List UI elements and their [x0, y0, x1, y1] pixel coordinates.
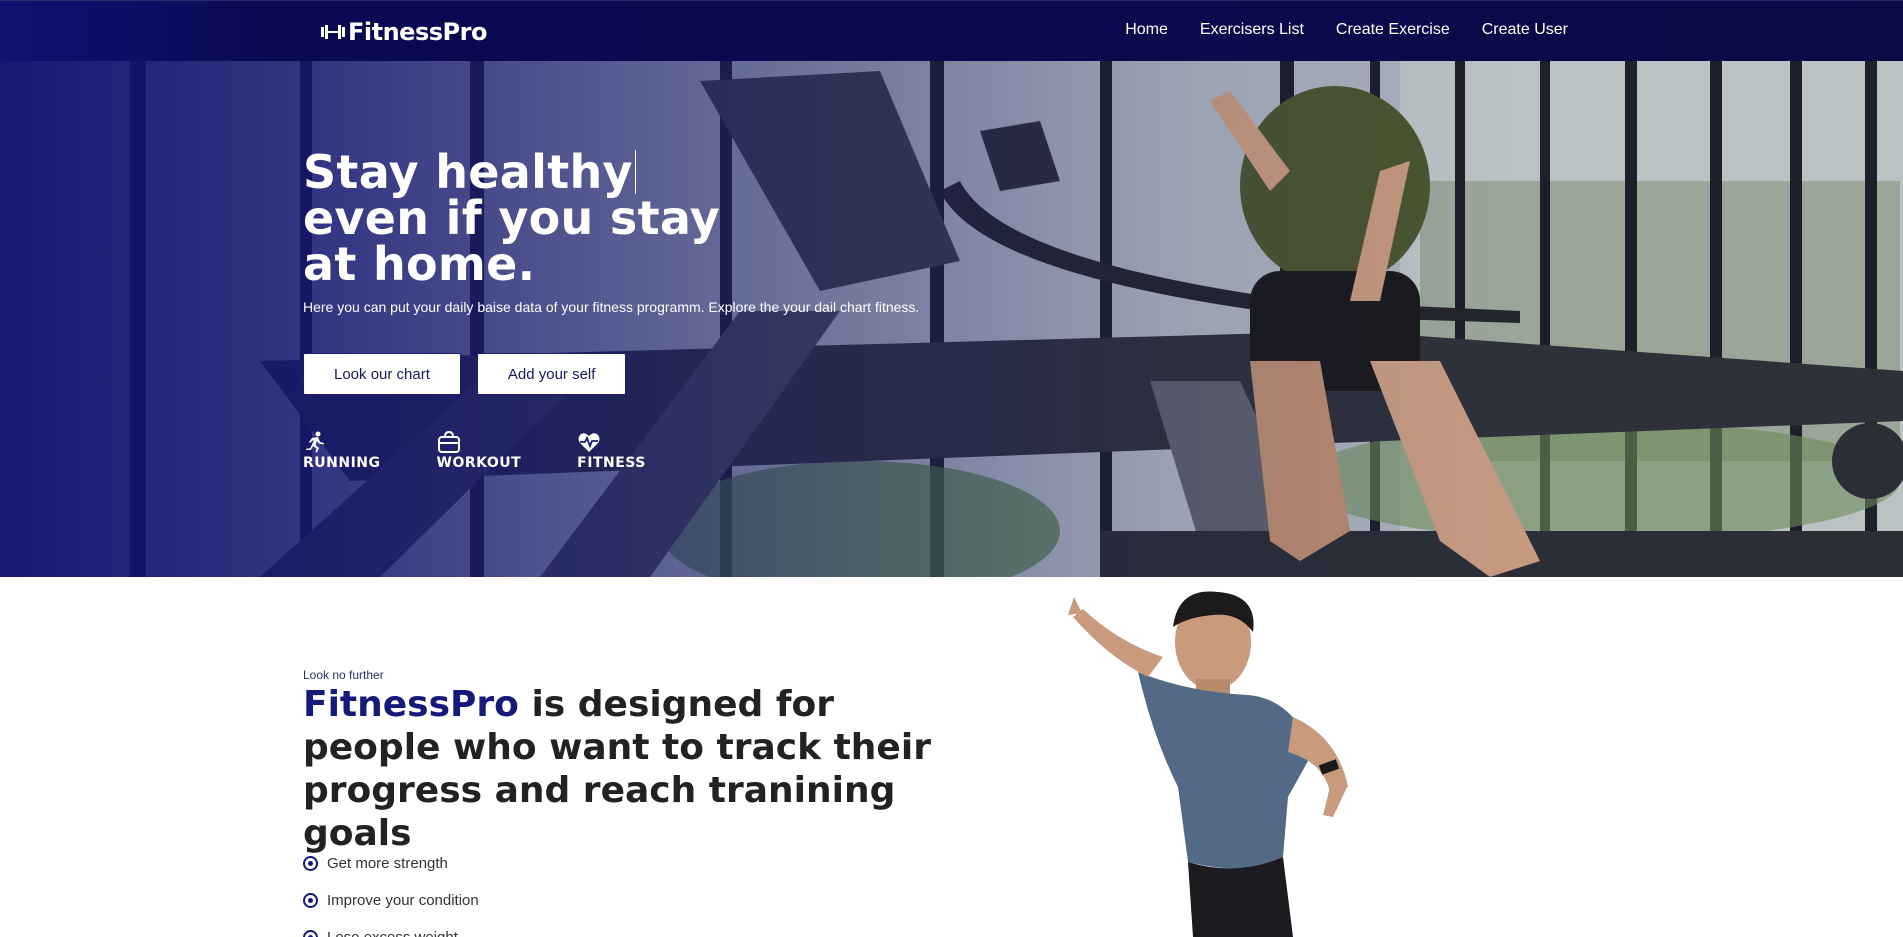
nav-link-home[interactable]: Home: [1125, 21, 1168, 39]
bullet-circle-icon: [303, 856, 318, 871]
list-item-label: Get more strength: [327, 855, 448, 872]
feature-list: RUNNING WORKOUT FITNESS: [303, 431, 1063, 471]
feature-running: RUNNING: [303, 431, 381, 471]
about-eyebrow: Look no further: [303, 668, 384, 682]
feature-workout: WORKOUT: [437, 431, 522, 471]
list-item: Improve your condition: [303, 882, 479, 919]
nav-link-create-user[interactable]: Create User: [1482, 21, 1568, 39]
list-item: Lose excess weight: [303, 919, 479, 937]
hero-title-line-2: even if you stay: [303, 191, 721, 245]
feature-running-label: RUNNING: [303, 455, 381, 471]
navbar: FitnessPro Home Exercisers List Create E…: [0, 0, 1903, 61]
hero-subtitle: Here you can put your daily baise data o…: [303, 299, 920, 315]
add-your-self-button[interactable]: Add your self: [476, 353, 627, 395]
list-item: Get more strength: [303, 845, 479, 882]
look-our-chart-button[interactable]: Look our chart: [303, 353, 461, 395]
feature-fitness-label: FITNESS: [577, 455, 646, 471]
feature-fitness: FITNESS: [577, 431, 646, 471]
running-person-icon: [306, 431, 324, 453]
main-nav: Home Exercisers List Create Exercise Cre…: [1125, 21, 1568, 39]
bullet-circle-icon: [303, 893, 318, 908]
heart-pulse-icon: [578, 433, 600, 452]
hero-buttons: Look our chart Add your self: [303, 353, 1063, 395]
dumbbell-icon: [321, 25, 345, 39]
text-cursor: [634, 150, 636, 194]
list-item-label: Lose excess weight: [327, 929, 458, 937]
about-title: FitnessPro is designed for people who wa…: [303, 683, 943, 855]
logo[interactable]: FitnessPro: [321, 15, 487, 49]
hero-title: Stay healthy even if you stay at home.: [303, 149, 733, 287]
nav-link-create-exercise[interactable]: Create Exercise: [1336, 21, 1450, 39]
hero-title-line-3: at home.: [303, 237, 536, 291]
gym-bag-icon: [437, 431, 460, 453]
hero-title-line-1: Stay healthy: [303, 149, 733, 195]
hero-section: Stay healthy even if you stay at home. H…: [0, 61, 1903, 577]
feature-workout-label: WORKOUT: [436, 455, 522, 471]
bullet-circle-icon: [303, 930, 318, 937]
about-section: Look no further FitnessPro is designed f…: [0, 577, 1903, 937]
benefits-list: Get more strength Improve your condition…: [303, 845, 479, 937]
about-title-brand: FitnessPro: [303, 684, 519, 725]
athlete-image: [1068, 591, 1348, 937]
logo-text: FitnessPro: [348, 18, 487, 46]
list-item-label: Improve your condition: [327, 892, 479, 909]
hero-content: Stay healthy even if you stay at home. H…: [303, 149, 1063, 471]
nav-link-exercisers-list[interactable]: Exercisers List: [1200, 21, 1304, 39]
